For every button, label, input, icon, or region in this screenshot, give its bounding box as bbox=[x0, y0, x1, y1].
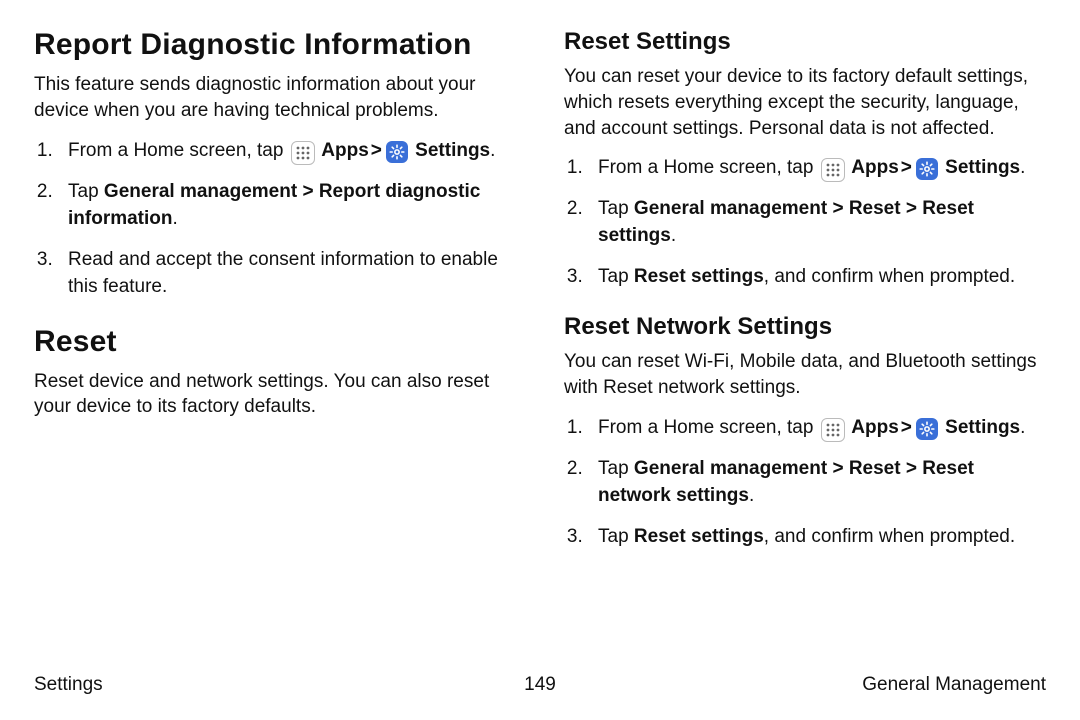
text-run: Tap bbox=[598, 198, 634, 219]
text-run: Reset settings bbox=[634, 266, 764, 287]
list-item: Tap Reset settings, and confirm when pro… bbox=[588, 524, 1044, 551]
page-footer: Settings 149 General Management bbox=[34, 674, 1046, 696]
list-item: Tap Reset settings, and confirm when pro… bbox=[588, 264, 1044, 291]
text-run: Settings bbox=[940, 417, 1020, 438]
ordered-list: From a Home screen, tap Apps> Settings.T… bbox=[564, 415, 1044, 551]
text-run: Tap bbox=[598, 458, 634, 479]
list-item: Tap General management > Reset > Reset s… bbox=[588, 196, 1044, 250]
text-run: , and confirm when prompted. bbox=[764, 266, 1015, 287]
chevron-right-icon: > bbox=[901, 155, 912, 182]
right-column: Reset Settings You can reset your device… bbox=[564, 28, 1044, 573]
settings-icon bbox=[386, 141, 408, 163]
text-run: From a Home screen, tap bbox=[68, 140, 289, 161]
text-run: General management > Report diagnostic i… bbox=[68, 181, 480, 229]
heading-report-diagnostic: Report Diagnostic Information bbox=[34, 28, 514, 62]
text-run: . bbox=[490, 140, 495, 161]
text-run: Tap bbox=[598, 526, 634, 547]
text-run: . bbox=[1020, 417, 1025, 438]
settings-icon bbox=[916, 158, 938, 180]
heading-reset-settings: Reset Settings bbox=[564, 28, 1044, 56]
text-run: , and confirm when prompted. bbox=[764, 526, 1015, 547]
ordered-list: From a Home screen, tap Apps> Settings.T… bbox=[564, 155, 1044, 291]
document-page: Report Diagnostic Information This featu… bbox=[0, 0, 1080, 720]
text-run: From a Home screen, tap bbox=[598, 417, 819, 438]
text-run: General management > Reset > Reset setti… bbox=[598, 198, 974, 246]
text-run: Apps bbox=[847, 157, 899, 178]
apps-icon bbox=[821, 418, 845, 442]
chevron-right-icon: > bbox=[901, 415, 912, 442]
text-run: . bbox=[749, 485, 754, 506]
list-item: Tap General management > Report diagnost… bbox=[58, 179, 514, 233]
paragraph: You can reset your device to its factory… bbox=[564, 64, 1044, 141]
list-item: From a Home screen, tap Apps> Settings. bbox=[588, 155, 1044, 182]
text-run: . bbox=[671, 225, 676, 246]
footer-page-number: 149 bbox=[34, 674, 1046, 696]
text-run: Tap bbox=[68, 181, 104, 202]
paragraph: You can reset Wi-Fi, Mobile data, and Bl… bbox=[564, 349, 1044, 401]
two-column-layout: Report Diagnostic Information This featu… bbox=[34, 28, 1046, 573]
list-item: From a Home screen, tap Apps> Settings. bbox=[58, 138, 514, 165]
chevron-right-icon: > bbox=[371, 138, 382, 165]
text-run: Settings bbox=[940, 157, 1020, 178]
text-run: General management > Reset > Reset netwo… bbox=[598, 458, 974, 506]
paragraph: Reset device and network settings. You c… bbox=[34, 369, 514, 421]
text-run: Apps bbox=[847, 417, 899, 438]
heading-reset: Reset bbox=[34, 325, 514, 359]
text-run: . bbox=[1020, 157, 1025, 178]
settings-icon bbox=[916, 418, 938, 440]
left-column: Report Diagnostic Information This featu… bbox=[34, 28, 514, 573]
text-run: Settings bbox=[410, 140, 490, 161]
text-run: Reset settings bbox=[634, 526, 764, 547]
list-item: Read and accept the consent information … bbox=[58, 247, 514, 301]
paragraph: This feature sends diagnostic informatio… bbox=[34, 72, 514, 124]
list-item: From a Home screen, tap Apps> Settings. bbox=[588, 415, 1044, 442]
text-run: . bbox=[173, 208, 178, 229]
ordered-list: From a Home screen, tap Apps> Settings.T… bbox=[34, 138, 514, 301]
text-run: Tap bbox=[598, 266, 634, 287]
heading-reset-network-settings: Reset Network Settings bbox=[564, 313, 1044, 341]
text-run: Apps bbox=[317, 140, 369, 161]
apps-icon bbox=[821, 158, 845, 182]
text-run: Read and accept the consent information … bbox=[68, 249, 498, 297]
list-item: Tap General management > Reset > Reset n… bbox=[588, 456, 1044, 510]
text-run: From a Home screen, tap bbox=[598, 157, 819, 178]
apps-icon bbox=[291, 141, 315, 165]
